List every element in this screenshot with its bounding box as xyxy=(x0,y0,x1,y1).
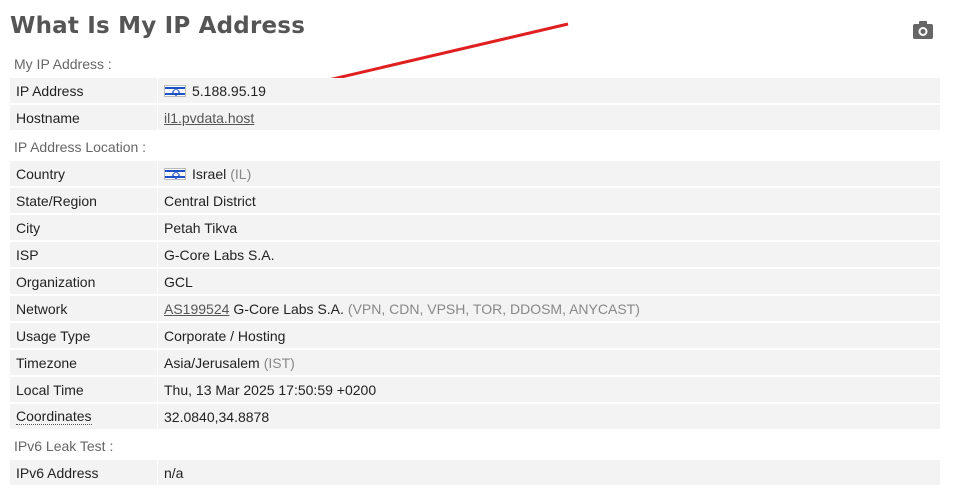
local-time-label: Local Time xyxy=(10,377,158,402)
row-city: City Petah Tikva xyxy=(10,215,940,240)
timezone-label: Timezone xyxy=(10,350,158,375)
country-label: Country xyxy=(10,161,158,186)
country-code: (IL) xyxy=(230,165,252,182)
local-time-value: Thu, 13 Mar 2025 17:50:59 +0200 xyxy=(164,381,377,398)
organization-label: Organization xyxy=(10,269,158,294)
row-local-time: Local Time Thu, 13 Mar 2025 17:50:59 +02… xyxy=(10,377,940,402)
network-tags: (VPN, CDN, VPSH, TOR, DDOSM, ANYCAST) xyxy=(347,300,640,317)
row-organization: Organization GCL xyxy=(10,269,940,294)
timezone-value: Asia/Jerusalem xyxy=(164,354,260,371)
country-value: Israel xyxy=(192,165,227,182)
section-my-ip: My IP Address : xyxy=(14,56,112,72)
row-timezone: Timezone Asia/Jerusalem (IST) xyxy=(10,350,940,375)
row-isp: ISP G-Core Labs S.A. xyxy=(10,242,940,267)
hostname-label: Hostname xyxy=(10,105,158,130)
row-country: Country Israel (IL) xyxy=(10,161,940,186)
coordinates-value: 32.0840,34.8878 xyxy=(164,408,270,425)
isp-label: ISP xyxy=(10,242,158,267)
timezone-abbr: (IST) xyxy=(263,354,295,371)
state-label: State/Region xyxy=(10,188,158,213)
isp-value: G-Core Labs S.A. xyxy=(164,246,275,263)
row-usage-type: Usage Type Corporate / Hosting xyxy=(10,323,940,348)
ip-address-label: IP Address xyxy=(10,78,158,103)
row-ipv6-address: IPv6 Address n/a xyxy=(10,460,940,485)
camera-icon[interactable] xyxy=(912,20,934,40)
ipv6-address-value: n/a xyxy=(164,464,184,481)
row-state: State/Region Central District xyxy=(10,188,940,213)
state-value: Central District xyxy=(164,192,256,209)
city-label: City xyxy=(10,215,158,240)
row-network: Network AS199524 G-Core Labs S.A. (VPN, … xyxy=(10,296,940,321)
network-value: G-Core Labs S.A. xyxy=(233,300,344,317)
row-coordinates: Coordinates 32.0840,34.8878 xyxy=(10,404,940,429)
network-label: Network xyxy=(10,296,158,321)
israel-flag-icon xyxy=(164,84,186,97)
city-value: Petah Tikva xyxy=(164,219,238,236)
row-hostname: Hostname il1.pvdata.host xyxy=(10,105,940,130)
section-location: IP Address Location : xyxy=(14,139,147,155)
coordinates-label[interactable]: Coordinates xyxy=(16,408,92,425)
israel-flag-icon xyxy=(164,167,186,180)
section-ipv6: IPv6 Leak Test : xyxy=(14,438,114,454)
asn-link[interactable]: AS199524 xyxy=(164,301,229,317)
row-ip-address: IP Address 5.188.95.19 xyxy=(10,78,940,103)
organization-value: GCL xyxy=(164,273,193,290)
ip-address-value: 5.188.95.19 xyxy=(192,82,266,99)
hostname-link[interactable]: il1.pvdata.host xyxy=(164,110,254,126)
page-title: What Is My IP Address xyxy=(10,13,306,39)
usage-type-label: Usage Type xyxy=(10,323,158,348)
ipv6-address-label: IPv6 Address xyxy=(10,460,158,485)
usage-type-value: Corporate / Hosting xyxy=(164,327,286,344)
